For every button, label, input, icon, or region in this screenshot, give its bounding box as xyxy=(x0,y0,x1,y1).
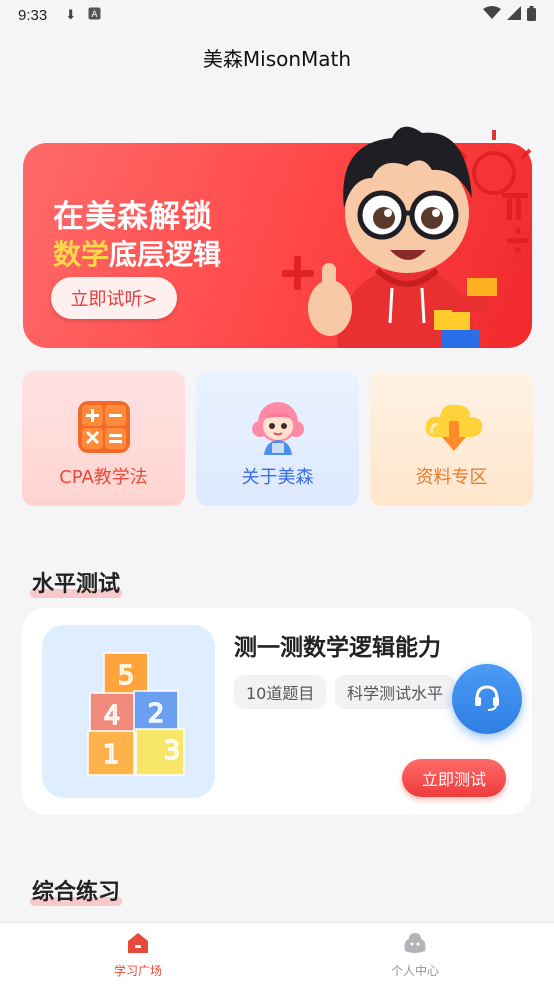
start-test-button[interactable]: 立即测试 xyxy=(402,759,506,797)
svg-text:3: 3 xyxy=(164,736,181,766)
customer-service-button[interactable] xyxy=(452,664,522,734)
download-icon: ⬇ xyxy=(65,7,77,22)
tab-personal-center[interactable]: 个人中心 xyxy=(335,931,495,979)
tile-label: 资料专区 xyxy=(415,467,488,488)
headset-icon xyxy=(471,681,503,717)
section-title-level-test: 水平测试 xyxy=(29,566,123,598)
status-bar: 9:33 ⬇ A xyxy=(0,0,554,30)
profile-icon xyxy=(401,931,429,958)
tile-cpa-method[interactable]: CPA教学法 xyxy=(22,371,185,506)
tile-label: CPA教学法 xyxy=(59,467,148,488)
battery-icon xyxy=(527,5,536,25)
svg-text:4: 4 xyxy=(104,701,121,731)
tab-label: 学习广场 xyxy=(113,964,162,978)
home-icon xyxy=(125,931,151,958)
banner-headline: 在美森解锁 xyxy=(53,199,213,235)
banner-subheadline: 数学底层逻辑 xyxy=(53,233,221,273)
section-title-practice: 综合练习 xyxy=(29,874,123,906)
keyboard-a-icon: A xyxy=(88,7,101,23)
question-count-chip: 10道题目 xyxy=(234,675,327,709)
bottom-tab-bar: 学习广场 个人中心 xyxy=(0,922,554,984)
tile-label: 关于美森 xyxy=(241,467,314,488)
boy-mascot-illustration xyxy=(282,98,532,348)
test-card-title: 测一测数学逻辑能力 xyxy=(234,635,441,661)
promo-banner[interactable]: 在美森解锁 数学底层逻辑 立即试听> xyxy=(23,126,532,348)
svg-text:1: 1 xyxy=(103,740,120,770)
banner-highlight: 数学 xyxy=(53,238,110,271)
girl-avatar-icon xyxy=(248,397,308,457)
wifi-icon xyxy=(483,6,501,24)
tab-learning-square[interactable]: 学习广场 xyxy=(58,931,218,979)
tile-about-mison[interactable]: 关于美森 xyxy=(196,371,359,506)
svg-text:A: A xyxy=(92,10,99,20)
quick-tiles: CPA教学法 关于美森 资料专区 xyxy=(22,371,533,506)
cloud-download-icon xyxy=(422,397,482,457)
tab-label: 个人中心 xyxy=(390,964,439,978)
status-time: 9:33 xyxy=(18,6,48,24)
page-title: 美森MisonMath xyxy=(202,47,352,71)
svg-text:2: 2 xyxy=(148,699,165,729)
calculator-icon xyxy=(74,397,134,457)
banner-subheadline-rest: 底层逻辑 xyxy=(109,238,222,271)
listen-now-button[interactable]: 立即试听> xyxy=(51,277,177,319)
signal-icon xyxy=(507,6,521,24)
number-blocks-image: 5 4 2 1 3 xyxy=(42,625,215,798)
tile-resources[interactable]: 资料专区 xyxy=(370,371,533,506)
svg-text:5: 5 xyxy=(118,661,135,691)
test-level-chip: 科学测试水平 xyxy=(335,675,456,709)
